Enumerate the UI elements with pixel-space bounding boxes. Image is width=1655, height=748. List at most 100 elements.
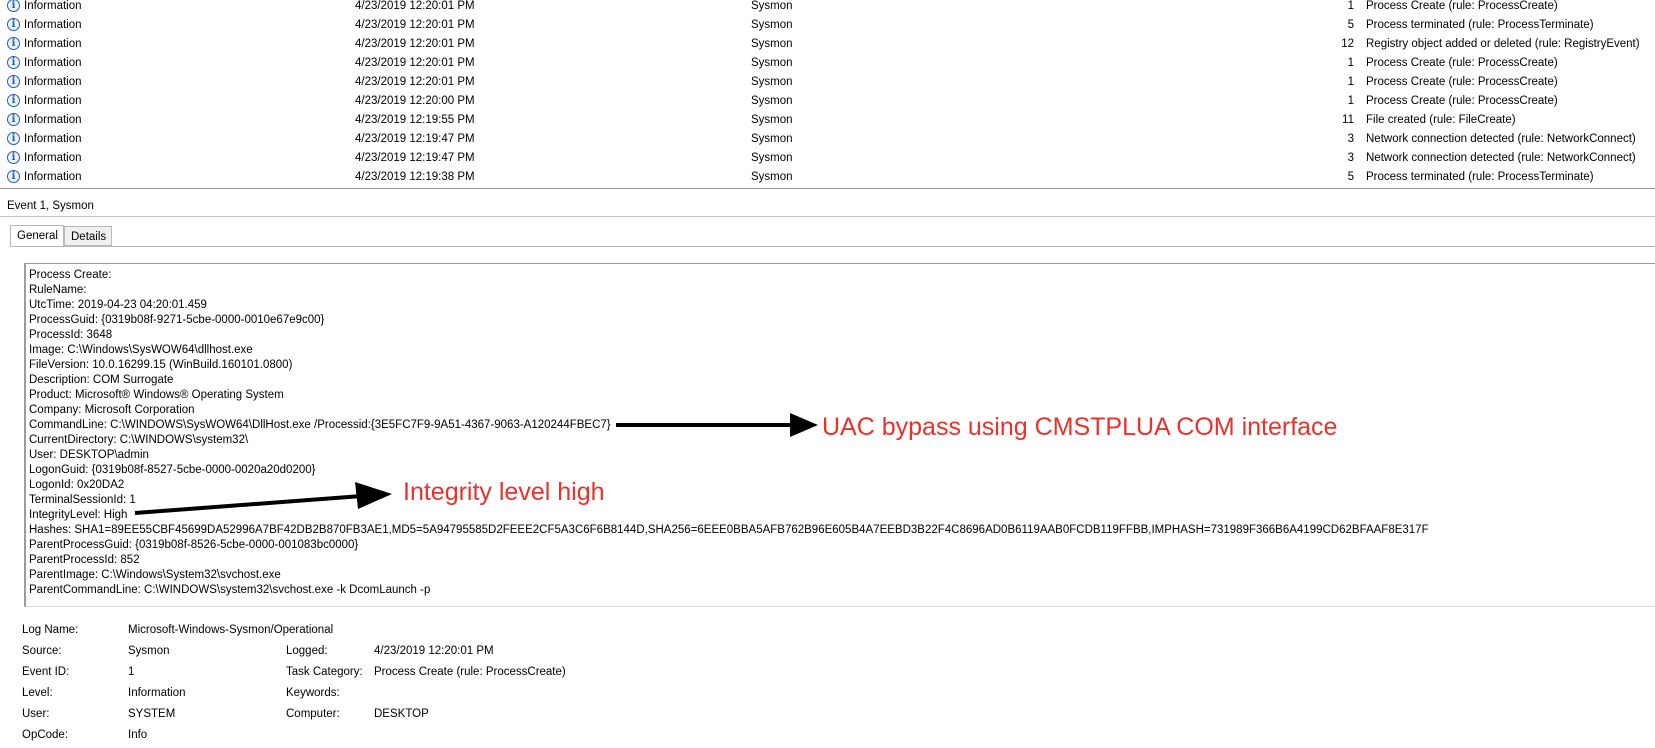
information-icon: i (7, 94, 20, 107)
information-icon: i (7, 151, 20, 164)
event-level: Information (24, 57, 82, 69)
event-date: 4/23/2019 12:19:38 PM (355, 171, 475, 183)
information-icon: i (7, 56, 20, 69)
event-level: Information (24, 76, 82, 88)
computer-value: DESKTOP (374, 708, 429, 720)
event-date: 4/23/2019 12:19:47 PM (355, 152, 475, 164)
event-id: 3 (1347, 152, 1354, 164)
task-category-value: Process Create (rule: ProcessCreate) (374, 666, 566, 678)
event-id: 1 (1347, 95, 1354, 107)
event-level: Information (24, 171, 82, 183)
information-icon: i (7, 18, 20, 31)
level-label: Level: (22, 687, 53, 699)
event-source: Sysmon (751, 0, 793, 12)
event-id: 5 (1347, 19, 1354, 31)
information-icon: i (7, 132, 20, 145)
detail-line: LogonId: 0x20DA2 (29, 479, 125, 491)
event-id: 5 (1347, 171, 1354, 183)
level-value: Information (128, 687, 186, 699)
information-icon: i (7, 113, 20, 126)
detail-line: RuleName: (29, 284, 87, 296)
detail-line: Hashes: SHA1=89EE55CBF45699DA52996A7BF42… (29, 524, 1429, 536)
event-source: Sysmon (751, 19, 793, 31)
event-row[interactable]: i Information 4/23/2019 12:19:47 PM Sysmon 3… (0, 149, 1655, 168)
event-level: Information (24, 114, 82, 126)
event-id: 1 (1347, 76, 1354, 88)
event-source: Sysmon (751, 133, 793, 145)
event-id: 12 (1341, 38, 1354, 50)
detail-line: ProcessId: 3648 (29, 329, 113, 341)
event-level: Information (24, 0, 82, 12)
event-list: i Information 4/23/2019 12:20:01 PM Sysmon 1… (0, 0, 1655, 189)
detail-line: Process Create: (29, 269, 112, 281)
logged-value: 4/23/2019 12:20:01 PM (374, 645, 494, 657)
event-id: 11 (1342, 114, 1354, 126)
event-row[interactable]: i Information 4/23/2019 12:20:00 PM Sysmon 1… (0, 92, 1655, 111)
event-date: 4/23/2019 12:20:01 PM (355, 19, 475, 31)
event-level: Information (24, 95, 82, 107)
detail-line: TerminalSessionId: 1 (29, 494, 136, 506)
log-name-label: Log Name: (22, 624, 79, 636)
event-date: 4/23/2019 12:20:01 PM (355, 76, 475, 88)
detail-line: ParentImage: C:\Windows\System32\svchost… (29, 569, 281, 581)
event-source: Sysmon (751, 152, 793, 164)
detail-line: ParentProcessId: 852 (29, 554, 140, 566)
event-source: Sysmon (751, 95, 793, 107)
detail-line: UtcTime: 2019-04-23 04:20:01.459 (29, 299, 207, 311)
event-row[interactable]: i Information 4/23/2019 12:19:55 PM Sysmon 1… (0, 111, 1655, 130)
event-row[interactable]: i Information 4/23/2019 12:20:01 PM Sysmon 1… (0, 54, 1655, 73)
event-row[interactable]: i Information 4/23/2019 12:20:01 PM Sysmon 1… (0, 73, 1655, 92)
event-row[interactable]: i Information 4/23/2019 12:20:01 PM Sysmon 5… (0, 16, 1655, 35)
event-id: 1 (1347, 57, 1354, 69)
tab-general[interactable]: General (10, 225, 64, 247)
detail-line: Description: COM Surrogate (29, 374, 174, 386)
event-date: 4/23/2019 12:20:01 PM (355, 0, 475, 12)
event-level: Information (24, 19, 82, 31)
event-date: 4/23/2019 12:20:00 PM (355, 95, 475, 107)
event-level: Information (24, 38, 82, 50)
event-task-category: Process Create (rule: ProcessCreate) (1366, 95, 1558, 107)
log-name-value: Microsoft-Windows-Sysmon/Operational (128, 624, 334, 636)
information-icon: i (7, 170, 20, 183)
event-source: Sysmon (751, 38, 793, 50)
tab-details[interactable]: Details (64, 226, 112, 246)
logged-label: Logged: (286, 645, 328, 657)
event-source: Sysmon (751, 171, 793, 183)
event-row[interactable]: i Information 4/23/2019 12:19:38 PM Sysmon 5… (0, 168, 1655, 187)
computer-label: Computer: (286, 708, 340, 720)
user-value: SYSTEM (128, 708, 176, 720)
detail-line: User: DESKTOP\admin (29, 449, 149, 461)
event-source: Sysmon (751, 114, 793, 126)
event-date: 4/23/2019 12:19:55 PM (355, 114, 475, 126)
detail-line: LogonGuid: {0319b08f-8527-5cbe-0000-0020… (29, 464, 316, 476)
event-id-value: 1 (128, 666, 135, 678)
detail-line: FileVersion: 10.0.16299.15 (WinBuild.160… (29, 359, 293, 371)
event-date: 4/23/2019 12:20:01 PM (355, 38, 475, 50)
event-task-category: Network connection detected (rule: Netwo… (1366, 133, 1636, 145)
event-date: 4/23/2019 12:20:01 PM (355, 57, 475, 69)
event-id: 1 (1347, 0, 1354, 12)
information-icon: i (7, 37, 20, 50)
opcode-value: Info (128, 729, 148, 741)
keywords-label: Keywords: (286, 687, 340, 699)
event-task-category: Process Create (rule: ProcessCreate) (1366, 0, 1558, 12)
event-date: 4/23/2019 12:19:47 PM (355, 133, 475, 145)
event-task-category: Process Create (rule: ProcessCreate) (1366, 57, 1558, 69)
uac-annotation: UAC bypass using CMSTPLUA COM interface (822, 413, 1338, 441)
event-task-category: Network connection detected (rule: Netwo… (1366, 152, 1636, 164)
information-icon: i (7, 0, 20, 12)
event-row[interactable]: i Information 4/23/2019 12:20:01 PM Sysmon 1… (0, 0, 1655, 16)
event-header: Event 1, Sysmon (0, 196, 1655, 217)
event-source: Sysmon (751, 57, 793, 69)
detail-line: ProcessGuid: {0319b08f-9271-5cbe-0000-00… (29, 314, 325, 326)
event-task-category: Process terminated (rule: ProcessTermina… (1366, 171, 1594, 183)
detail-line: ParentCommandLine: C:\WINDOWS\system32\s… (29, 584, 431, 596)
event-row[interactable]: i Information 4/23/2019 12:20:01 PM Sysmon 1… (0, 35, 1655, 54)
opcode-label: OpCode: (22, 729, 69, 741)
event-id-label: Event ID: (22, 666, 70, 678)
event-task-category: File created (rule: FileCreate) (1366, 114, 1516, 126)
information-icon: i (7, 75, 20, 88)
event-level: Information (24, 152, 82, 164)
detail-line: Product: Microsoft® Windows® Operating S… (29, 389, 284, 401)
event-row[interactable]: i Information 4/23/2019 12:19:47 PM Sysmon 3… (0, 130, 1655, 149)
